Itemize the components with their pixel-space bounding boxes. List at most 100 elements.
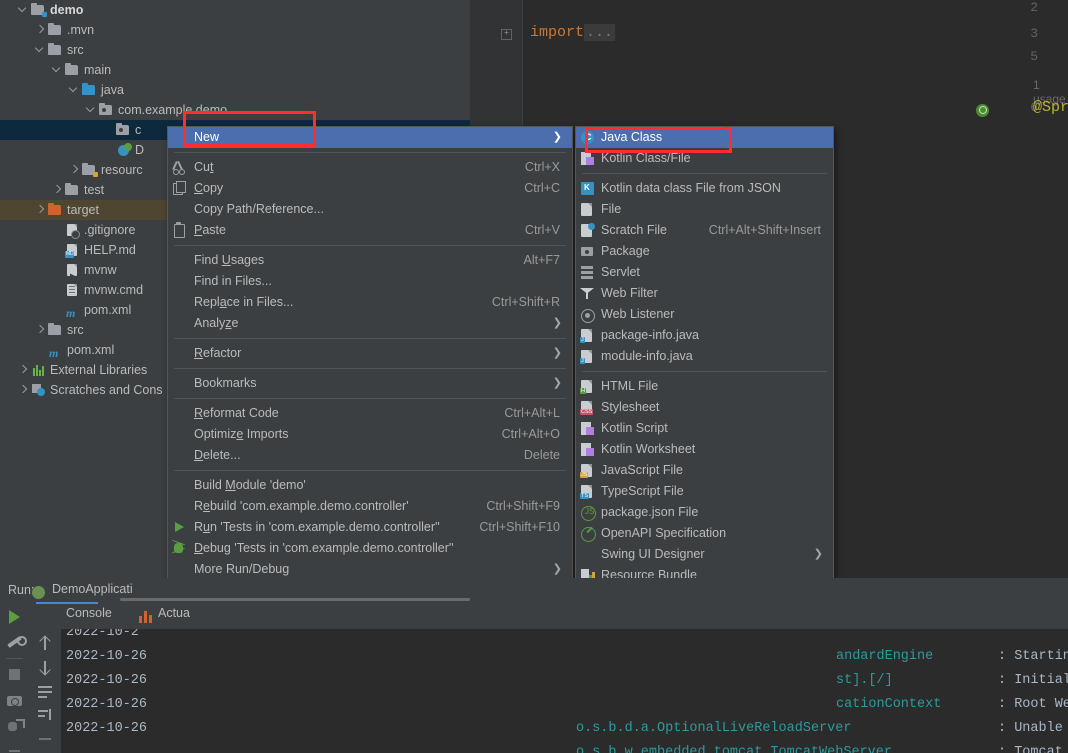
new-menu-item-openapi-specification[interactable]: OpenAPI Specification (576, 523, 833, 544)
new-menu-item-servlet[interactable]: Servlet (576, 262, 833, 283)
menu-item-label: module-info.java (601, 346, 833, 367)
menu-item-label: Debug 'Tests in 'com.example.demo.contro… (194, 538, 572, 559)
tree-twisty-open[interactable] (51, 60, 64, 80)
menu-item-label: Refactor (194, 343, 553, 364)
new-menu-item-stylesheet[interactable]: CSSStylesheet (576, 397, 833, 418)
tree-twisty-open[interactable] (17, 0, 30, 20)
tree-twisty-closed[interactable] (34, 20, 47, 40)
tree-twisty-open[interactable] (34, 40, 47, 60)
menu-item-copy[interactable]: CopyCtrl+C (168, 178, 572, 199)
tree-item-java[interactable]: java (0, 80, 470, 100)
console-output[interactable]: 2022-10-2 2022-10-26 2022-10-26 2022-10-… (30, 629, 1068, 753)
menu-icon-placeholder (168, 343, 194, 364)
new-menu-item-typescript-file[interactable]: TSTypeScript File (576, 481, 833, 502)
menu-item-label: Java Class (601, 127, 833, 148)
menu-item-replace-in-files[interactable]: Replace in Files...Ctrl+Shift+R (168, 292, 572, 313)
menu-item-build-module-demo[interactable]: Build Module 'demo' (168, 475, 572, 496)
menu-item-optimize-imports[interactable]: Optimize ImportsCtrl+Alt+O (168, 424, 572, 445)
menu-item-paste[interactable]: PasteCtrl+V (168, 220, 572, 241)
import-folded-dots: ... (584, 24, 615, 41)
menu-item-label: Kotlin Worksheet (601, 439, 833, 460)
tree-twisty-closed[interactable] (34, 200, 47, 220)
stop-icon[interactable] (6, 666, 24, 684)
tab-actuator[interactable]: Actua (158, 606, 190, 620)
run-header-scrollbar[interactable] (120, 598, 470, 601)
scroll-to-end-icon[interactable] (37, 707, 54, 724)
scroll-down-icon[interactable] (37, 659, 54, 676)
menu-item-reformat-code[interactable]: Reformat CodeCtrl+Alt+L (168, 403, 572, 424)
tree-twisty-open[interactable] (85, 100, 98, 120)
maven-file-icon: m (64, 300, 81, 320)
new-menu-item-module-info-java[interactable]: Jmodule-info.java (576, 346, 833, 367)
menu-item-label: Optimize Imports (194, 424, 502, 445)
menu-item-analyze[interactable]: Analyze❯ (168, 313, 572, 334)
tree-twisty-closed[interactable] (68, 160, 81, 180)
menu-item-bookmarks[interactable]: Bookmarks❯ (168, 373, 572, 394)
new-menu-item-web-filter[interactable]: Web Filter (576, 283, 833, 304)
menu-separator (174, 245, 566, 246)
menu-item-more-run-debug[interactable]: More Run/Debug❯ (168, 559, 572, 580)
package-json-icon: JS (576, 502, 601, 523)
console-logger: o.s.b.w.embedded.tomcat.TomcatWebServer (576, 745, 892, 753)
rerun-icon[interactable] (6, 608, 24, 626)
new-menu-item-kotlin-worksheet[interactable]: Kotlin Worksheet (576, 439, 833, 460)
new-menu-item-package-json-file[interactable]: JSpackage.json File (576, 502, 833, 523)
tree-twisty-closed[interactable] (17, 360, 30, 380)
soft-wrap-icon[interactable] (37, 683, 54, 700)
wrench-icon[interactable] (6, 634, 24, 652)
tree-spacer (34, 340, 47, 360)
new-menu-item-kotlin-class-file[interactable]: Kotlin Class/File (576, 148, 833, 169)
debug-thread-icon[interactable] (6, 718, 24, 736)
menu-item-label: package-info.java (601, 325, 833, 346)
menu-item-refactor[interactable]: Refactor❯ (168, 343, 572, 364)
new-menu-item-file[interactable]: File (576, 199, 833, 220)
menu-item-debug-tests-in-com-example-demo-controller[interactable]: Debug 'Tests in 'com.example.demo.contro… (168, 538, 572, 559)
fold-marker-icon[interactable]: + (501, 29, 512, 40)
new-menu-item-kotlin-script[interactable]: Kotlin Script (576, 418, 833, 439)
menu-item-label: Bookmarks (194, 373, 553, 394)
new-menu-item-package-info-java[interactable]: Jpackage-info.java (576, 325, 833, 346)
menu-item-delete[interactable]: Delete...Delete (168, 445, 572, 466)
new-menu-item-web-listener[interactable]: Web Listener (576, 304, 833, 325)
java-class-icon: C (576, 127, 601, 148)
menu-item-find-usages[interactable]: Find UsagesAlt+F7 (168, 250, 572, 271)
package-icon (98, 100, 115, 120)
menu-icon-placeholder (168, 496, 194, 517)
new-menu-item-kotlin-data-class-file-from-json[interactable]: KKotlin data class File from JSON (576, 178, 833, 199)
run-left-toolbar[interactable] (0, 604, 29, 753)
tree-twisty-closed[interactable] (51, 180, 64, 200)
menu-item-copy-path-reference[interactable]: Copy Path/Reference... (168, 199, 572, 220)
menu-separator (174, 152, 566, 153)
new-menu-item-java-class[interactable]: CJava Class (576, 127, 833, 148)
more-icon[interactable] (6, 744, 24, 753)
new-menu-item-package[interactable]: Package (576, 241, 833, 262)
tree-item-main[interactable]: main (0, 60, 470, 80)
new-menu-item-swing-ui-designer[interactable]: Swing UI Designer❯ (576, 544, 833, 565)
menu-separator (174, 398, 566, 399)
run-configuration-name[interactable]: DemoApplicati (52, 582, 133, 596)
menu-item-new[interactable]: New❯ (168, 127, 572, 148)
tree-item-demo[interactable]: demo (0, 0, 470, 20)
tab-console[interactable]: Console (66, 606, 112, 620)
menu-item-cut[interactable]: CutCtrl+X (168, 157, 572, 178)
tree-twisty-closed[interactable] (17, 380, 30, 400)
menu-item-find-in-files[interactable]: Find in Files... (168, 271, 572, 292)
run-gutter-icon[interactable] (976, 104, 989, 117)
menu-item-rebuild-com-example-demo-controller[interactable]: Rebuild 'com.example.demo.controller'Ctr… (168, 496, 572, 517)
new-menu-item-scratch-file[interactable]: Scratch FileCtrl+Alt+Shift+Insert (576, 220, 833, 241)
scroll-up-icon[interactable] (37, 635, 54, 652)
print-icon[interactable] (37, 733, 54, 750)
tree-twisty-closed[interactable] (34, 320, 47, 340)
tree-item--mvn[interactable]: .mvn (0, 20, 470, 40)
tree-item-src[interactable]: src (0, 40, 470, 60)
new-menu-item-html-file[interactable]: HHTML File (576, 376, 833, 397)
import-keyword: import (530, 24, 584, 41)
menu-item-run-tests-in-com-example-demo-controller[interactable]: Run 'Tests in 'com.example.demo.controll… (168, 517, 572, 538)
console-tab-bar[interactable]: Console Actua (30, 604, 1068, 628)
new-menu-item-javascript-file[interactable]: JSJavaScript File (576, 460, 833, 481)
console-side-toolbar[interactable] (30, 629, 61, 753)
camera-icon[interactable] (6, 692, 24, 710)
tree-item-com-example-demo[interactable]: com.example.demo (0, 100, 470, 120)
menu-item-label: Servlet (601, 262, 833, 283)
tree-twisty-open[interactable] (68, 80, 81, 100)
